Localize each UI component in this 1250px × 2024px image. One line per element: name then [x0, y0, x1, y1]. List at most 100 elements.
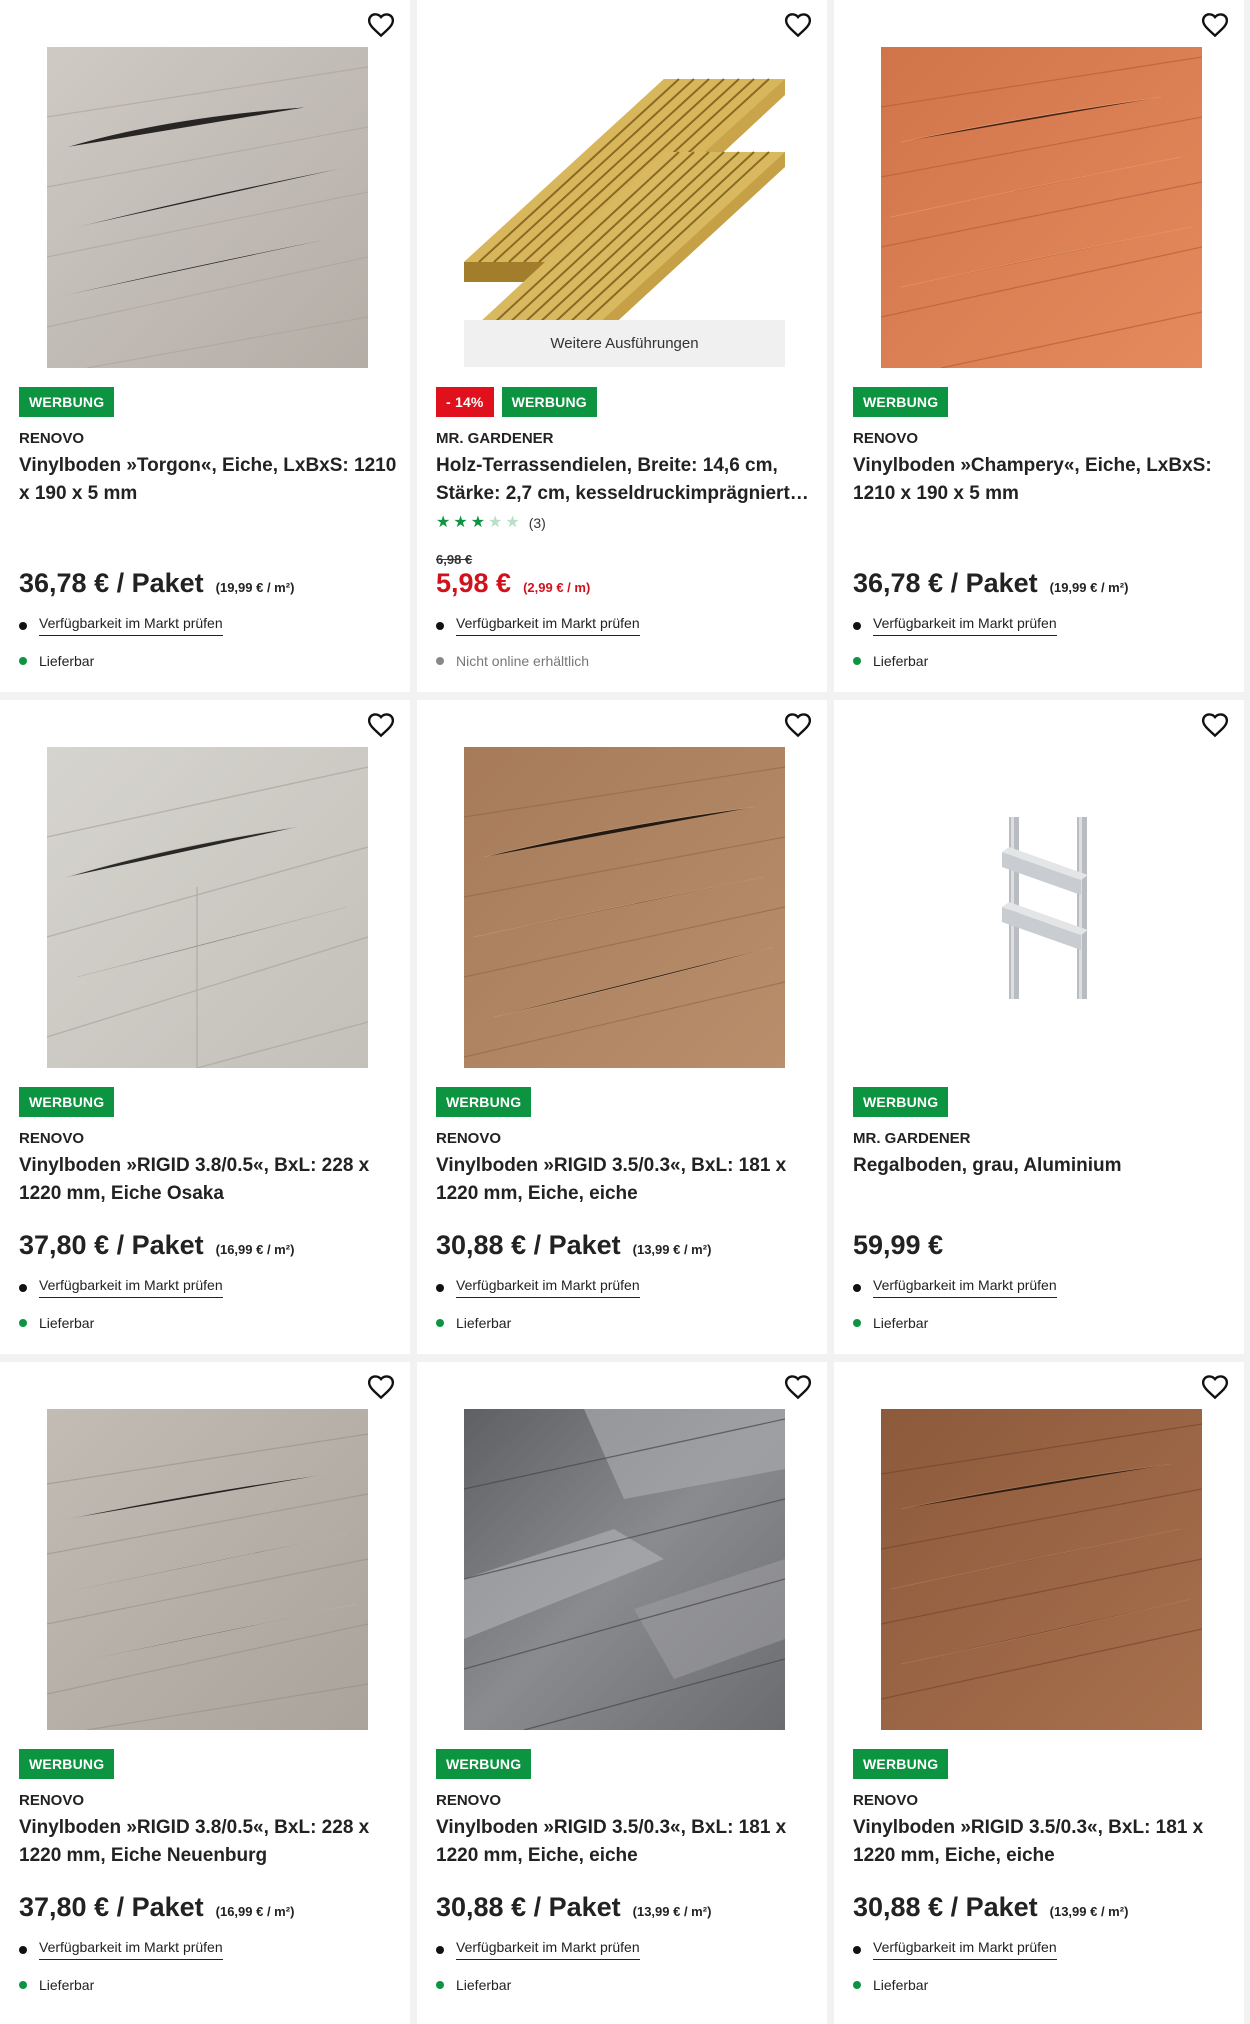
product-image-light-grey-oak-floor[interactable]	[47, 47, 368, 368]
market-availability[interactable]: Verfügbarkeit im Markt prüfen	[853, 1277, 1057, 1298]
market-availability[interactable]: Verfügbarkeit im Markt prüfen	[853, 1939, 1057, 1960]
product-price: 37,80 € / Paket (16,99 € / m²)	[19, 1230, 294, 1261]
heart-outline-icon[interactable]	[366, 1372, 396, 1402]
product-image-pale-grey-oak-floor[interactable]	[47, 747, 368, 1068]
unit-price: (19,99 € / m²)	[1049, 580, 1129, 595]
unit-price: (13,99 € / m²)	[1049, 1904, 1129, 1919]
market-check-link[interactable]: Verfügbarkeit im Markt prüfen	[873, 615, 1057, 636]
market-check-link[interactable]: Verfügbarkeit im Markt prüfen	[39, 1277, 223, 1298]
product-title[interactable]: Vinylboden »Torgon«, Eiche, LxBxS: 1210 …	[19, 452, 399, 508]
product-card[interactable]: WERBUNG RENOVO Vinylboden »RIGID 3.5/0.3…	[417, 1362, 827, 2024]
product-title-line2: Stärke: 2,7 cm, kesseldruckimprägniert…	[436, 483, 809, 504]
product-title[interactable]: Vinylboden »Champery«, Eiche, LxBxS: 121…	[853, 452, 1233, 508]
product-title[interactable]: Holz-Terrassendielen, Breite: 14,6 cm, S…	[436, 452, 816, 508]
product-image-orange-oak-floor[interactable]	[881, 47, 1202, 368]
heart-outline-icon[interactable]	[783, 10, 813, 40]
product-price: 36,78 € / Paket (19,99 € / m²)	[19, 568, 294, 599]
star-empty-icon: ★	[505, 514, 520, 531]
unit-price: (16,99 € / m²)	[215, 1242, 295, 1257]
market-check-link[interactable]: Verfügbarkeit im Markt prüfen	[39, 1939, 223, 1960]
ad-badge: WERBUNG	[19, 387, 115, 417]
ad-badge: WERBUNG	[501, 387, 597, 417]
more-variants-button[interactable]: Weitere Ausführungen	[464, 320, 785, 367]
heart-outline-icon[interactable]	[1200, 710, 1230, 740]
badge-row: WERBUNG	[436, 1087, 532, 1117]
bullet-icon	[853, 1945, 861, 1954]
ad-badge: WERBUNG	[436, 1749, 532, 1779]
heart-outline-icon[interactable]	[1200, 10, 1230, 40]
heart-outline-icon[interactable]	[783, 1372, 813, 1402]
product-brand: MR. GARDENER	[853, 1130, 971, 1147]
heart-outline-icon[interactable]	[366, 710, 396, 740]
unit-price: (13,99 € / m²)	[632, 1904, 712, 1919]
price-value: 5,98 €	[436, 568, 512, 598]
product-image-brown-oak-floor[interactable]	[464, 747, 785, 1068]
product-grid: WERBUNG RENOVO Vinylboden »Torgon«, Eich…	[0, 0, 1250, 2024]
heart-outline-icon[interactable]	[783, 710, 813, 740]
market-check-link[interactable]: Verfügbarkeit im Markt prüfen	[456, 615, 640, 636]
product-image-dark-grey-oak-floor[interactable]	[464, 1409, 785, 1730]
product-title[interactable]: Regalboden, grau, Aluminium	[853, 1152, 1233, 1180]
status-dot-icon	[853, 1981, 861, 1989]
product-image-aluminium-shelf[interactable]	[881, 747, 1202, 1068]
star-filled-icon: ★	[470, 514, 486, 531]
market-check-link[interactable]: Verfügbarkeit im Markt prüfen	[456, 1277, 640, 1298]
delivery-status: Lieferbar	[436, 1315, 511, 1331]
price-value: 59,99 €	[853, 1230, 944, 1260]
product-title[interactable]: Vinylboden »RIGID 3.8/0.5«, BxL: 228 x 1…	[19, 1152, 399, 1208]
market-availability[interactable]: Verfügbarkeit im Markt prüfen	[436, 1277, 640, 1298]
product-title[interactable]: Vinylboden »RIGID 3.5/0.3«, BxL: 181 x 1…	[436, 1814, 816, 1870]
market-availability[interactable]: Verfügbarkeit im Markt prüfen	[19, 1939, 223, 1960]
delivery-status: Lieferbar	[436, 1977, 511, 1993]
ad-badge: WERBUNG	[853, 1749, 949, 1779]
product-card[interactable]: WERBUNG MR. GARDENER Regalboden, grau, A…	[834, 700, 1244, 1354]
product-card[interactable]: WERBUNG RENOVO Vinylboden »Champery«, Ei…	[834, 0, 1244, 692]
old-price: 6,98 €	[436, 552, 473, 567]
heart-outline-icon[interactable]	[1200, 1372, 1230, 1402]
status-text: Lieferbar	[39, 1977, 95, 1993]
market-check-link[interactable]: Verfügbarkeit im Markt prüfen	[39, 615, 223, 636]
market-check-link[interactable]: Verfügbarkeit im Markt prüfen	[873, 1939, 1057, 1960]
status-dot-icon	[853, 657, 861, 665]
rating-stars[interactable]: ★ ★ ★ ★ ★ (3)	[436, 514, 546, 532]
product-card[interactable]: Weitere Ausführungen - 14% WERBUNG MR. G…	[417, 0, 827, 692]
ad-badge: WERBUNG	[853, 387, 949, 417]
product-price: 36,78 € / Paket (19,99 € / m²)	[853, 568, 1128, 599]
bullet-icon	[853, 621, 861, 630]
product-card[interactable]: WERBUNG RENOVO Vinylboden »RIGID 3.8/0.5…	[0, 700, 410, 1354]
star-filled-icon: ★	[436, 514, 451, 531]
unit-price: (19,99 € / m²)	[215, 580, 295, 595]
heart-outline-icon[interactable]	[366, 10, 396, 40]
market-availability[interactable]: Verfügbarkeit im Markt prüfen	[19, 1277, 223, 1298]
market-availability[interactable]: Verfügbarkeit im Markt prüfen	[436, 1939, 640, 1960]
product-image-reddish-brown-oak-floor[interactable]	[881, 1409, 1202, 1730]
bullet-icon	[853, 1283, 861, 1292]
product-card[interactable]: WERBUNG RENOVO Vinylboden »RIGID 3.8/0.5…	[0, 1362, 410, 2024]
bullet-icon	[436, 1283, 444, 1292]
product-card[interactable]: WERBUNG RENOVO Vinylboden »RIGID 3.5/0.3…	[417, 700, 827, 1354]
market-check-link[interactable]: Verfügbarkeit im Markt prüfen	[873, 1277, 1057, 1298]
product-card[interactable]: WERBUNG RENOVO Vinylboden »RIGID 3.5/0.3…	[834, 1362, 1244, 2024]
product-card[interactable]: WERBUNG RENOVO Vinylboden »Torgon«, Eich…	[0, 0, 410, 692]
market-availability[interactable]: Verfügbarkeit im Markt prüfen	[436, 615, 640, 636]
product-title[interactable]: Vinylboden »RIGID 3.8/0.5«, BxL: 228 x 1…	[19, 1814, 399, 1870]
product-title[interactable]: Vinylboden »RIGID 3.5/0.3«, BxL: 181 x 1…	[853, 1814, 1233, 1870]
status-dot-icon	[19, 1319, 27, 1327]
star-empty-icon: ★	[488, 514, 503, 531]
product-price: 59,99 €	[853, 1230, 943, 1261]
product-brand: RENOVO	[19, 430, 85, 447]
market-check-link[interactable]: Verfügbarkeit im Markt prüfen	[456, 1939, 640, 1960]
badge-row: WERBUNG	[19, 387, 115, 417]
badge-row: WERBUNG	[853, 387, 949, 417]
market-availability[interactable]: Verfügbarkeit im Markt prüfen	[853, 615, 1057, 636]
market-availability[interactable]: Verfügbarkeit im Markt prüfen	[19, 615, 223, 636]
product-brand: MR. GARDENER	[436, 430, 554, 447]
delivery-status: Lieferbar	[853, 653, 928, 669]
product-title[interactable]: Vinylboden »RIGID 3.5/0.3«, BxL: 181 x 1…	[436, 1152, 816, 1208]
price-value: 37,80 € / Paket	[19, 1892, 204, 1922]
status-text: Lieferbar	[39, 1315, 95, 1331]
product-price: 5,98 € (2,99 € / m)	[436, 568, 590, 599]
star-filled-icon: ★	[453, 514, 468, 531]
rating-count: (3)	[528, 515, 546, 531]
product-image-greige-oak-floor[interactable]	[47, 1409, 368, 1730]
